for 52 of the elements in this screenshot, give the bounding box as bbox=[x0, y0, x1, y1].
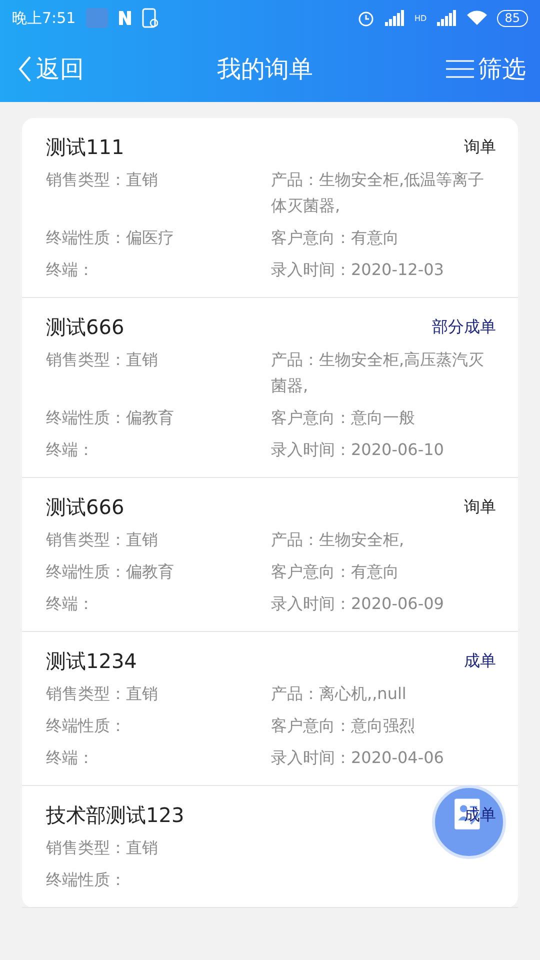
field-text: 产品：离心机,,null bbox=[271, 683, 408, 705]
status-label: 询单 bbox=[464, 137, 496, 158]
field-text: 销售类型：直销 bbox=[46, 349, 159, 371]
inquiry-card[interactable]: 测试1234 成单 销售类型：直销 产品：离心机,,null 终端性质： 客户意向：意向强烈 终端： 录入时间：2020-04-06 bbox=[22, 632, 518, 786]
inquiry-card[interactable]: 测试666 询单 销售类型：直销 产品：生物安全柜, 终端性质：偏教育 客户意向：有意向 终端： 录入时间：2020-06-09 bbox=[22, 478, 518, 632]
field-text: 终端性质：偏教育 bbox=[46, 407, 175, 429]
card-title: 测试666 bbox=[46, 314, 124, 341]
inquiry-card[interactable]: 测试666 部分成单 销售类型：直销 产品：生物安全柜,高压蒸汽灭菌器, 终端性质：偏教育 客户意向：意向一般 终端： 录入时间：2020-06-10 bbox=[22, 298, 518, 478]
field-text: 终端性质：偏教育 bbox=[46, 561, 175, 583]
signal-icon bbox=[436, 10, 457, 26]
card-title: 技术部测试123 bbox=[46, 802, 184, 829]
field-text: 终端： bbox=[46, 439, 95, 461]
card-title: 测试666 bbox=[46, 494, 124, 521]
field-text: 终端性质：偏医疗 bbox=[46, 227, 175, 249]
alarm-icon bbox=[356, 9, 375, 27]
field-text: 终端性质： bbox=[46, 715, 127, 737]
status-label: 成单 bbox=[464, 651, 496, 672]
battery-indicator: 85 bbox=[496, 10, 528, 26]
wifi-icon bbox=[466, 10, 487, 26]
filter-button[interactable]: 筛选 bbox=[446, 53, 526, 85]
card-title: 测试1234 bbox=[46, 648, 137, 675]
field-text: 终端： bbox=[46, 593, 95, 615]
field-text: 客户意向：意向一般 bbox=[271, 407, 416, 429]
page-title: 我的询单 bbox=[216, 54, 314, 85]
field-text: 产品：生物安全柜, bbox=[271, 529, 406, 551]
phone-icon bbox=[142, 8, 158, 28]
field-text: 终端： bbox=[46, 259, 95, 281]
field-text: 终端： bbox=[46, 747, 95, 769]
field-text: 终端性质： bbox=[46, 869, 127, 891]
field-text: 录入时间：2020-12-03 bbox=[271, 259, 445, 281]
card-title: 测试111 bbox=[46, 134, 124, 161]
field-text: 录入时间：2020-06-09 bbox=[271, 593, 445, 615]
inquiry-card[interactable]: 测试111 询单 销售类型：直销 产品：生物安全柜,低温等离子体灭菌器, 终端性质：偏医疗 客户意向：有意向 终端： 录入时间：2020-12-03 bbox=[22, 118, 518, 298]
field-text: 客户意向：有意向 bbox=[271, 561, 400, 583]
field-text: 销售类型：直销 bbox=[46, 837, 159, 859]
field-text: 销售类型：直销 bbox=[46, 169, 159, 191]
signal-label: HD bbox=[414, 14, 427, 22]
status-label: 部分成单 bbox=[432, 317, 496, 338]
field-text: 客户意向：有意向 bbox=[271, 227, 400, 249]
status-label: 询单 bbox=[464, 497, 496, 518]
field-text: 销售类型：直销 bbox=[46, 529, 159, 551]
signal-icon bbox=[384, 10, 405, 26]
field-text: 销售类型：直销 bbox=[46, 683, 159, 705]
field-text: 产品：生物安全柜,高压蒸汽灭菌器, bbox=[271, 349, 486, 397]
field-text: 产品：生物安全柜,低温等离子体灭菌器, bbox=[271, 169, 486, 217]
menu-icon bbox=[446, 59, 474, 79]
status-time: 晚上7:51 bbox=[12, 8, 76, 28]
chevron-left-icon bbox=[18, 56, 32, 82]
notification-icon bbox=[118, 10, 132, 26]
field-text: 录入时间：2020-06-10 bbox=[271, 439, 445, 461]
field-text: 录入时间：2020-04-06 bbox=[271, 747, 445, 769]
field-text: 客户意向：意向强烈 bbox=[271, 715, 416, 737]
